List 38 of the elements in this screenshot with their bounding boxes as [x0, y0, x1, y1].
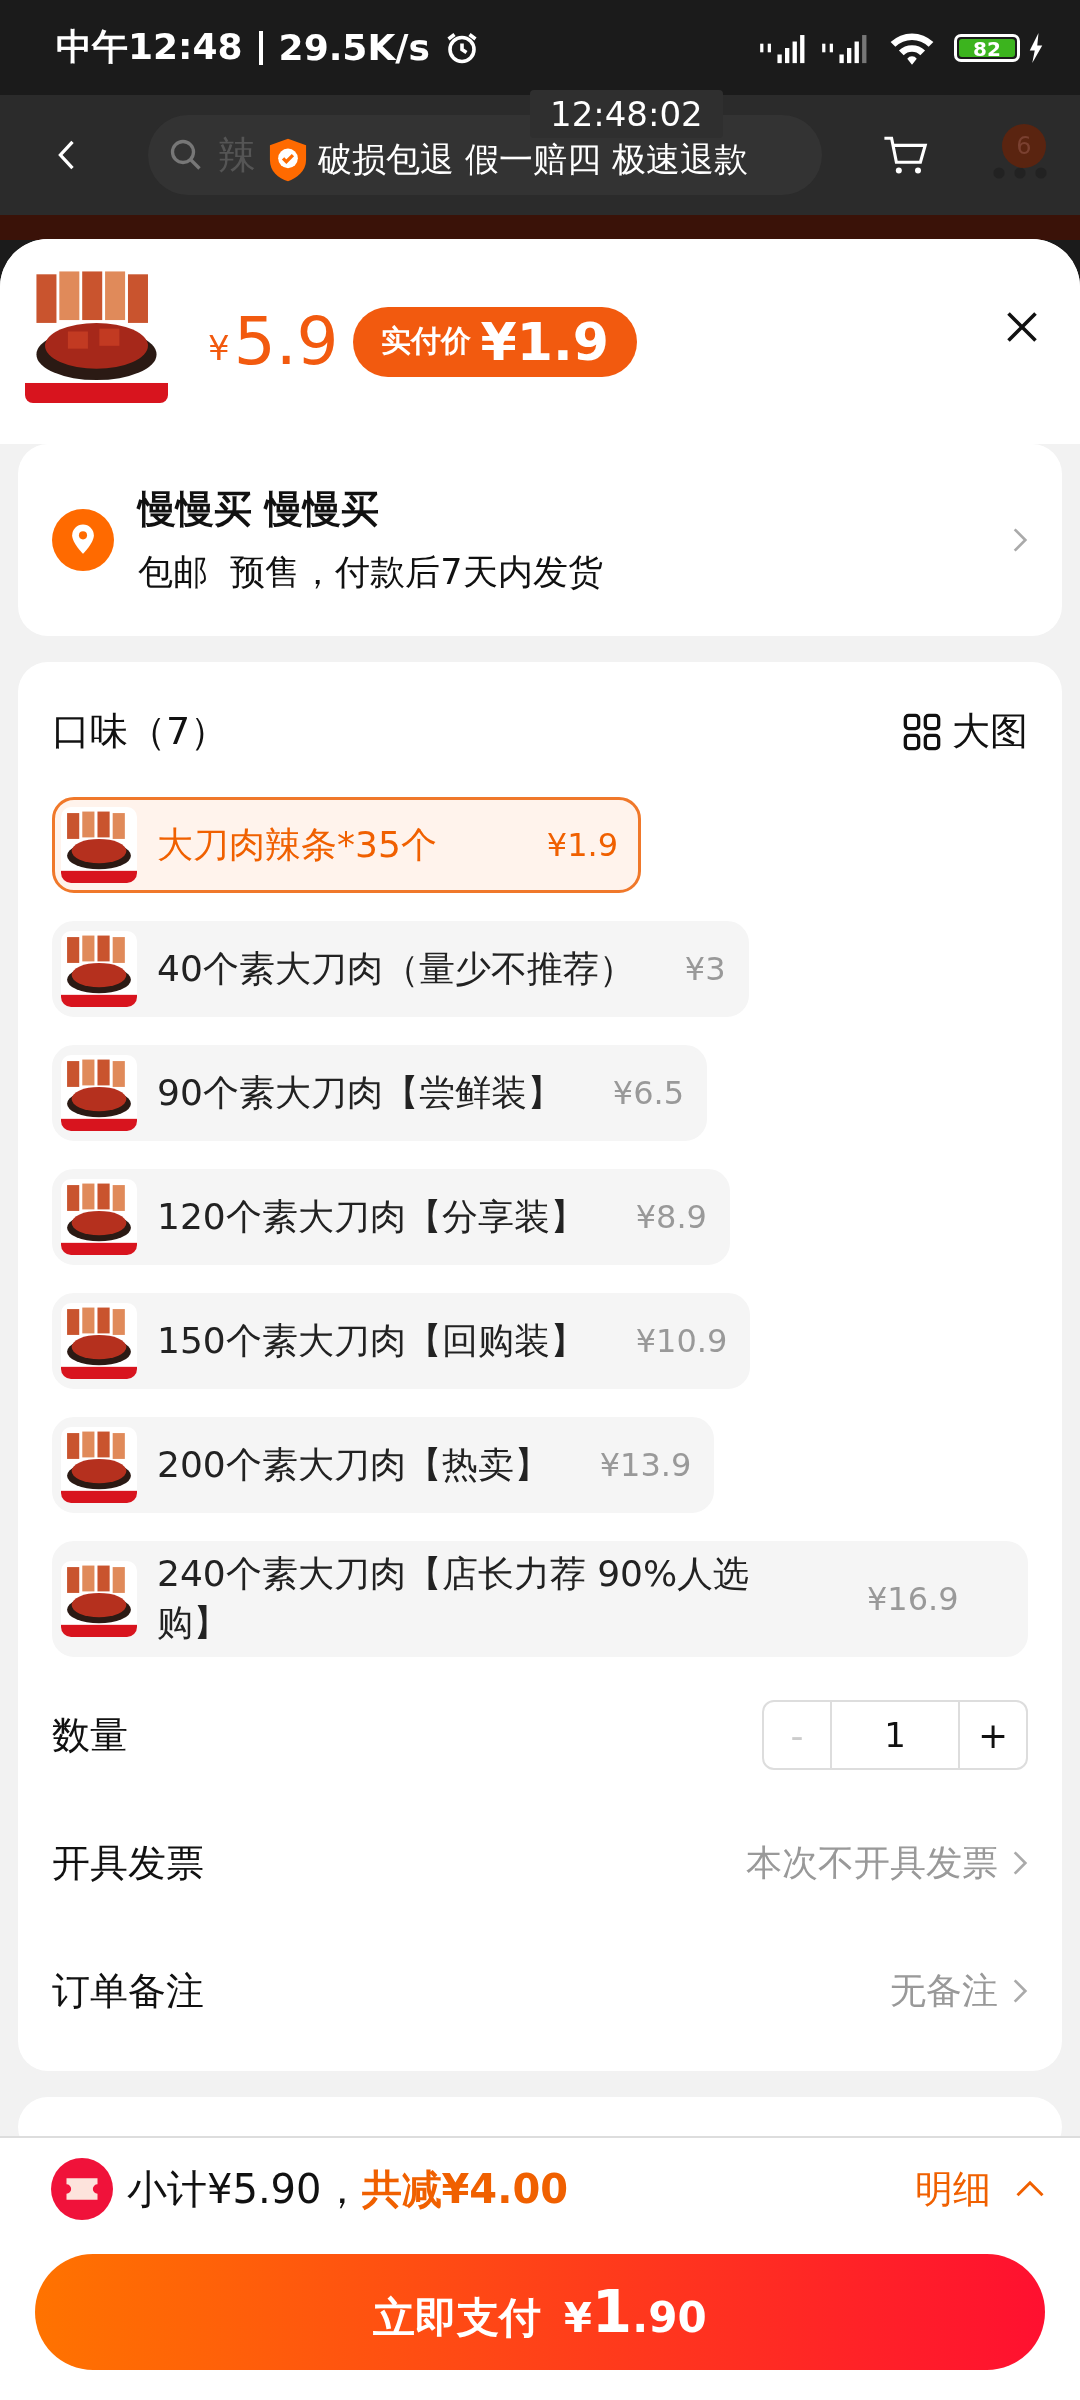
pay-now-button[interactable]: 立即支付 ¥1.90 — [35, 2254, 1045, 2370]
product-price: 5.9 — [233, 303, 339, 380]
option-group-title: 口味（7） — [52, 708, 229, 755]
timer-overlay: 12:48:02 — [530, 90, 723, 138]
flavor-option[interactable]: 150个素大刀肉【回购装】 ¥10.9 — [52, 1293, 751, 1389]
price-currency: ¥ — [208, 327, 230, 368]
grid-icon — [902, 711, 942, 752]
flavor-option[interactable]: 200个素大刀肉【热卖】 ¥13.9 — [52, 1417, 715, 1513]
chevron-up-icon — [1015, 2180, 1045, 2198]
chevron-right-icon — [1012, 1849, 1028, 1877]
charging-icon — [1028, 32, 1044, 63]
chevron-right-icon — [1012, 526, 1028, 554]
coupon-icon — [51, 2158, 113, 2220]
final-price: ¥1.9 — [480, 311, 609, 372]
flavor-option[interactable]: 40个素大刀肉（量少不推荐） ¥3 — [52, 921, 749, 1017]
flavor-option[interactable]: 90个素大刀肉【尝鲜装】 ¥6.5 — [52, 1045, 708, 1141]
recipient-name: 慢慢买 慢慢买 — [138, 486, 381, 533]
battery-icon: 82 — [954, 33, 1020, 62]
large-image-toggle[interactable]: 大图 — [902, 706, 1028, 757]
quantity-value[interactable]: 1 — [830, 1702, 960, 1768]
shipping-info: 包邮 预售，付款后7天内发货 — [138, 551, 604, 594]
flavor-option[interactable]: 240个素大刀肉【店长力荐 90%人选购】 ¥16.9 — [52, 1541, 1028, 1657]
flavor-option[interactable]: 120个素大刀肉【分享装】 ¥8.9 — [52, 1169, 730, 1265]
quantity-label: 数量 — [52, 1711, 128, 1759]
status-time: 中午12:48 — [56, 25, 243, 69]
location-pin-icon — [52, 509, 114, 571]
increase-button[interactable]: + — [960, 1702, 1026, 1768]
address-card[interactable]: 慢慢买 慢慢买 包邮 预售，付款后7天内发货 — [18, 444, 1062, 636]
network-speed: 29.5K/s — [278, 27, 430, 68]
chevron-right-icon — [1012, 1977, 1028, 2005]
guarantee-text: 破损包退 假一赔四 极速退款 — [318, 138, 748, 181]
discount-text: 共减¥4.00 — [361, 2164, 569, 2214]
shield-check-icon — [268, 137, 308, 183]
subtotal-text: 小计¥5.90， — [127, 2164, 362, 2214]
invoice-label: 开具发票 — [52, 1839, 204, 1887]
final-price-label: 实付价 — [380, 322, 471, 360]
status-separator — [258, 30, 263, 65]
order-note-label: 订单备注 — [52, 1967, 204, 2015]
